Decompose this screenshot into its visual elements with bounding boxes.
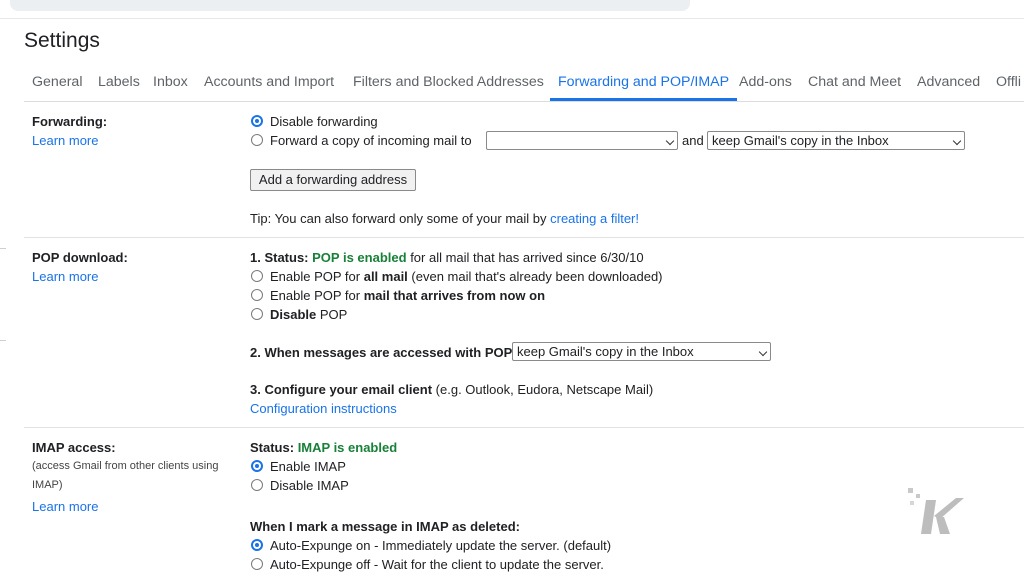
pop-status: 1. Status: POP is enabled for all mail t… bbox=[250, 250, 644, 265]
pop-all-mail-label: Enable POP for all mail (even mail that'… bbox=[270, 269, 663, 284]
forwarding-tip-text: Tip: You can also forward only some of y… bbox=[250, 211, 547, 226]
forwarding-learn-more-link[interactable]: Learn more bbox=[32, 133, 98, 148]
chevron-down-icon bbox=[952, 136, 962, 146]
imap-status-prefix: Status: bbox=[250, 440, 295, 455]
imap-note-line1: (access Gmail from other clients using bbox=[32, 460, 219, 472]
imap-status-value: IMAP is enabled bbox=[297, 440, 398, 455]
add-forwarding-address-button[interactable]: Add a forwarding address bbox=[250, 169, 416, 191]
pop-step3-note: (e.g. Outlook, Eudora, Netscape Mail) bbox=[435, 382, 654, 397]
pop-disable-label: Disable POP bbox=[270, 307, 347, 322]
disable-forwarding-label: Disable forwarding bbox=[270, 114, 378, 129]
pop-status-suffix: for all mail that has arrived since 6/30… bbox=[410, 250, 644, 265]
pop-opt1-bold: all mail bbox=[363, 269, 408, 284]
pop-opt2-bold: mail that arrives from now on bbox=[363, 288, 546, 303]
forward-keep-value: keep Gmail's copy in the Inbox bbox=[712, 133, 889, 148]
pop-opt1-text: Enable POP for bbox=[270, 269, 361, 284]
pop-opt1-note: (even mail that's already been downloade… bbox=[411, 269, 663, 284]
left-edge-mark bbox=[0, 340, 6, 341]
search-bar-edge[interactable] bbox=[10, 0, 690, 11]
chevron-down-icon bbox=[665, 136, 675, 146]
imap-learn-more-link[interactable]: Learn more bbox=[32, 499, 98, 514]
imap-access-label: IMAP access: bbox=[32, 440, 116, 455]
left-edge-mark bbox=[0, 248, 6, 249]
tab-inbox[interactable]: Inbox bbox=[145, 66, 196, 101]
pop-step2-text: 2. When messages are accessed with POP bbox=[250, 345, 513, 360]
tab-labels[interactable]: Labels bbox=[90, 66, 148, 101]
disable-imap-radio[interactable] bbox=[251, 479, 263, 491]
pop-disable-radio[interactable] bbox=[251, 308, 263, 320]
tab-accounts-and-import[interactable]: Accounts and Import bbox=[196, 66, 342, 101]
forwarding-label: Forwarding: bbox=[32, 114, 108, 129]
disable-imap-label: Disable IMAP bbox=[270, 478, 349, 493]
pop-step3-text: 3. Configure your email client bbox=[250, 382, 433, 397]
pop-opt2-text: Enable POP for bbox=[270, 288, 361, 303]
tab-chat-and-meet[interactable]: Chat and Meet bbox=[800, 66, 909, 101]
section-divider bbox=[24, 427, 1024, 428]
pop-status-prefix: 1. Status: bbox=[250, 250, 309, 265]
tabs-divider bbox=[24, 101, 1024, 102]
imap-deleted-heading: When I mark a message in IMAP as deleted… bbox=[250, 519, 520, 534]
forward-keep-select[interactable]: keep Gmail's copy in the Inbox bbox=[707, 131, 965, 150]
forwarding-tip: Tip: You can also forward only some of y… bbox=[250, 211, 639, 226]
pop-keep-value: keep Gmail's copy in the Inbox bbox=[517, 344, 694, 359]
pop-learn-more-link[interactable]: Learn more bbox=[32, 269, 98, 284]
pop-opt3-bold: Disable bbox=[270, 307, 317, 322]
and-text: and bbox=[682, 133, 704, 148]
pop-download-label: POP download: bbox=[32, 250, 128, 265]
creating-filter-link[interactable]: creating a filter! bbox=[550, 211, 639, 226]
forward-copy-radio[interactable] bbox=[251, 134, 263, 146]
imap-note-line2: IMAP) bbox=[32, 479, 63, 491]
header-divider bbox=[0, 18, 1024, 19]
chevron-down-icon bbox=[758, 347, 768, 357]
pop-opt3-text: POP bbox=[319, 307, 348, 322]
tab-advanced[interactable]: Advanced bbox=[909, 66, 988, 101]
tab-general[interactable]: General bbox=[24, 66, 90, 101]
tab-forwarding-and-pop-imap[interactable]: Forwarding and POP/IMAP bbox=[550, 66, 738, 101]
pop-step2-label: 2. When messages are accessed with POP bbox=[250, 345, 512, 360]
section-divider bbox=[24, 237, 1024, 238]
k-logo-icon bbox=[908, 488, 964, 534]
forward-copy-label: Forward a copy of incoming mail to bbox=[270, 133, 472, 148]
enable-imap-label: Enable IMAP bbox=[270, 459, 346, 474]
pop-step3: 3. Configure your email client (e.g. Out… bbox=[250, 382, 653, 397]
auto-expunge-off-label: Auto-Expunge off - Wait for the client t… bbox=[270, 557, 604, 572]
pop-from-now-radio[interactable] bbox=[251, 289, 263, 301]
imap-note: (access Gmail from other clients using I… bbox=[32, 457, 218, 495]
pop-status-value: POP is enabled bbox=[312, 250, 407, 265]
settings-tabs: General Labels Inbox Accounts and Import… bbox=[24, 66, 1024, 102]
tab-add-ons[interactable]: Add-ons bbox=[731, 66, 800, 101]
disable-forwarding-radio[interactable] bbox=[251, 115, 263, 127]
pop-keep-select[interactable]: keep Gmail's copy in the Inbox bbox=[512, 342, 771, 361]
page-title: Settings bbox=[24, 29, 100, 52]
imap-deleted-heading-text: When I mark a message in IMAP as deleted… bbox=[250, 519, 520, 534]
imap-status: Status: IMAP is enabled bbox=[250, 440, 397, 455]
pop-all-mail-radio[interactable] bbox=[251, 270, 263, 282]
auto-expunge-on-radio[interactable] bbox=[251, 539, 263, 551]
configuration-instructions-link[interactable]: Configuration instructions bbox=[250, 401, 397, 416]
tab-offline[interactable]: Offli bbox=[988, 66, 1024, 101]
enable-imap-radio[interactable] bbox=[251, 460, 263, 472]
forward-address-select[interactable] bbox=[486, 131, 678, 150]
auto-expunge-on-label: Auto-Expunge on - Immediately update the… bbox=[270, 538, 612, 553]
pop-from-now-label: Enable POP for mail that arrives from no… bbox=[270, 288, 545, 303]
tab-filters-and-blocked-addresses[interactable]: Filters and Blocked Addresses bbox=[345, 66, 552, 101]
auto-expunge-off-radio[interactable] bbox=[251, 558, 263, 570]
